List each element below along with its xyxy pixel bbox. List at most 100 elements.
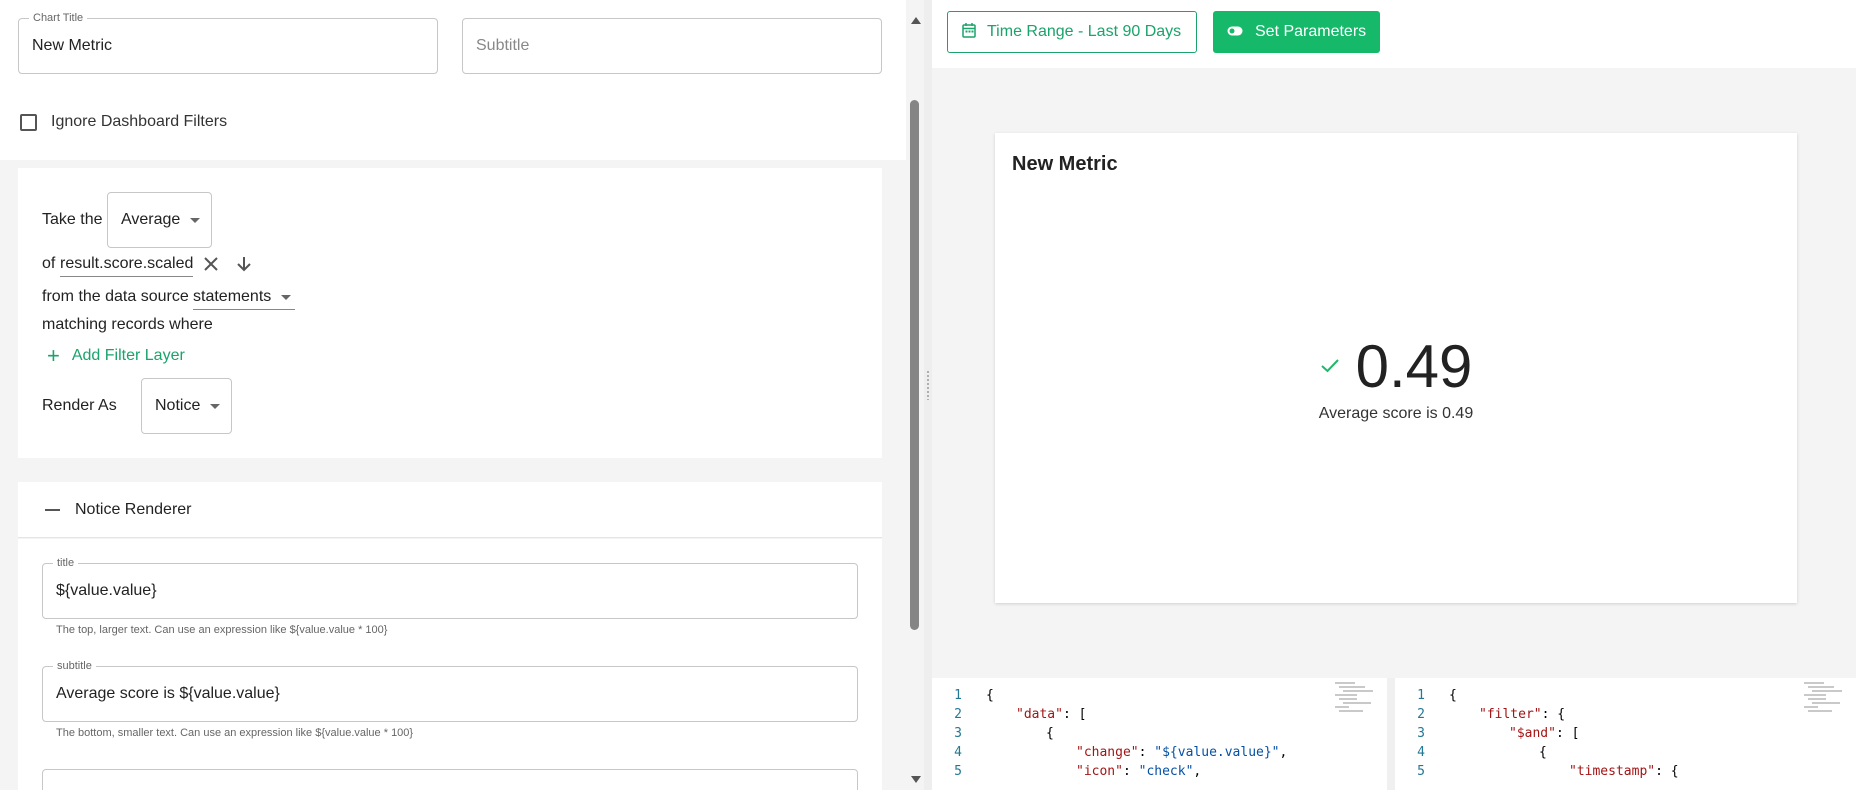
- scroll-down-icon[interactable]: [911, 776, 921, 783]
- minimap-line: [1808, 698, 1826, 700]
- code-line[interactable]: 1{: [932, 686, 1387, 705]
- render-as-label: Render As: [42, 397, 117, 414]
- aggregate-value: Average: [121, 211, 181, 228]
- matching-label: matching records where: [42, 316, 213, 333]
- notice-value: 0.49: [1355, 333, 1473, 400]
- scrollbar-thumb[interactable]: [910, 100, 919, 630]
- chart-title-field[interactable]: Chart Title New Metric: [18, 11, 438, 74]
- preview-toolbar: Time Range - Last 90 Days Set Parameters: [932, 0, 1856, 68]
- subtitle-placeholder[interactable]: Subtitle: [476, 19, 529, 73]
- panel-resize-handle[interactable]: [924, 0, 932, 790]
- next-template-field[interactable]: [42, 769, 858, 790]
- renderer-dropdown[interactable]: Notice: [141, 378, 232, 434]
- line-number: 5: [954, 764, 962, 779]
- minimap-line: [1804, 706, 1818, 708]
- data-json-editor[interactable]: 1{2 "data": [3{4 "change": "${value.value}…: [932, 678, 1387, 790]
- preview-title: New Metric: [1012, 153, 1118, 175]
- json-editors: 1{2 "data": [3{4 "change": "${value.value}…: [932, 678, 1856, 790]
- set-parameters-button[interactable]: Set Parameters: [1213, 11, 1380, 53]
- code-line[interactable]: 3{: [932, 724, 1387, 743]
- aggregate-dropdown[interactable]: Average: [107, 192, 212, 248]
- title-template-field[interactable]: title ${value.value}: [42, 556, 858, 619]
- line-number: 3: [954, 726, 962, 741]
- collapse-icon[interactable]: [45, 508, 60, 511]
- clear-field-icon[interactable]: [202, 255, 220, 277]
- line-number: 4: [954, 745, 962, 760]
- code-line[interactable]: 3 "$and": [: [1395, 724, 1856, 743]
- notice-renderer-title: Notice Renderer: [75, 500, 192, 518]
- field-selector[interactable]: result.score.scaled: [60, 255, 194, 277]
- line-number: 4: [1417, 745, 1425, 760]
- chart-editor-panel: Chart Title New Metric Subtitle Ignore D…: [0, 0, 906, 790]
- minimap-line: [1808, 686, 1834, 688]
- line-number: 2: [954, 707, 962, 722]
- minimap-line: [1339, 710, 1363, 712]
- preview-panel: Time Range - Last 90 Days Set Parameters…: [932, 0, 1856, 790]
- toggle-icon: [1227, 23, 1243, 41]
- chevron-down-icon: [190, 217, 201, 223]
- code-text: "filter": {: [1479, 707, 1566, 722]
- code-text: {: [1539, 745, 1547, 760]
- query-json-editor[interactable]: 1{2 "filter": {3 "$and": [4{5 "timestamp": …: [1395, 678, 1856, 790]
- take-the-label: Take the: [42, 211, 103, 228]
- chart-preview-card: New Metric 0.49 Average score is 0.49: [995, 133, 1797, 603]
- code-text: {: [986, 688, 994, 703]
- notice-renderer-header[interactable]: Notice Renderer: [18, 482, 882, 538]
- set-parameters-label: Set Parameters: [1255, 23, 1367, 40]
- minimap-line: [1335, 694, 1357, 696]
- source-value: statements: [193, 288, 272, 305]
- minimap-line: [1343, 702, 1371, 704]
- notice-subtitle: Average score is 0.49: [1318, 405, 1474, 422]
- code-text: "timestamp": {: [1569, 764, 1679, 779]
- line-number: 1: [954, 688, 962, 703]
- time-range-button[interactable]: Time Range - Last 90 Days: [947, 11, 1197, 53]
- subtitle-template-field[interactable]: subtitle Average score is ${value.value}: [42, 659, 858, 722]
- add-filter-label: Add Filter Layer: [71, 347, 185, 364]
- source-dropdown[interactable]: statements: [193, 288, 295, 310]
- from-source-label: from the data source: [42, 288, 189, 305]
- ignore-filters-row[interactable]: Ignore Dashboard Filters: [20, 113, 227, 131]
- code-line[interactable]: 2 "data": [: [932, 705, 1387, 724]
- minimap-line: [1812, 690, 1842, 692]
- minimap-line: [1335, 706, 1349, 708]
- minimap-line: [1343, 690, 1373, 692]
- minimap-line: [1812, 702, 1840, 704]
- subtitle-template-value[interactable]: Average score is ${value.value}: [56, 667, 280, 721]
- line-number: 2: [1417, 707, 1425, 722]
- chevron-down-icon: [210, 403, 221, 409]
- plus-icon: +: [47, 343, 60, 368]
- minimap-line: [1804, 682, 1824, 684]
- code-text: {: [1449, 688, 1457, 703]
- editor-minimap[interactable]: [1335, 678, 1379, 718]
- title-template-value[interactable]: ${value.value}: [56, 564, 157, 618]
- scroll-up-icon[interactable]: [911, 17, 921, 24]
- notice-display: 0.49 Average score is 0.49: [995, 333, 1797, 423]
- title-helper-text: The top, larger text. Can use an express…: [56, 624, 388, 636]
- minimap-line: [1804, 694, 1826, 696]
- editor-resize-handle[interactable]: [1387, 678, 1395, 790]
- ignore-filters-label: Ignore Dashboard Filters: [51, 113, 228, 130]
- code-line[interactable]: 5 "timestamp": {: [1395, 762, 1856, 781]
- of-label: of: [42, 255, 56, 272]
- add-filter-layer-button[interactable]: + Add Filter Layer: [47, 343, 185, 368]
- code-text: {: [1046, 726, 1054, 741]
- left-panel-scrollbar[interactable]: [906, 0, 924, 790]
- title-area: Chart Title New Metric Subtitle Ignore D…: [0, 0, 906, 160]
- line-number: 5: [1417, 764, 1425, 779]
- code-line[interactable]: 2 "filter": {: [1395, 705, 1856, 724]
- editor-minimap[interactable]: [1804, 678, 1848, 718]
- drag-grip-icon[interactable]: [926, 370, 930, 400]
- minimap-line: [1335, 682, 1355, 684]
- chart-title-value[interactable]: New Metric: [32, 19, 112, 73]
- subtitle-helper-text: The bottom, smaller text. Can use an exp…: [56, 727, 414, 739]
- code-text: "change": "${value.value}",: [1076, 745, 1288, 760]
- arrow-down-icon[interactable]: [235, 255, 253, 277]
- ignore-filters-checkbox[interactable]: [20, 113, 37, 131]
- calendar-icon: [962, 22, 976, 43]
- code-line[interactable]: 4{: [1395, 743, 1856, 762]
- line-number: 3: [1417, 726, 1425, 741]
- code-line[interactable]: 1{: [1395, 686, 1856, 705]
- code-line[interactable]: 5 "icon": "check",: [932, 762, 1387, 781]
- subtitle-field[interactable]: Subtitle: [462, 18, 882, 74]
- code-line[interactable]: 4 "change": "${value.value}",: [932, 743, 1387, 762]
